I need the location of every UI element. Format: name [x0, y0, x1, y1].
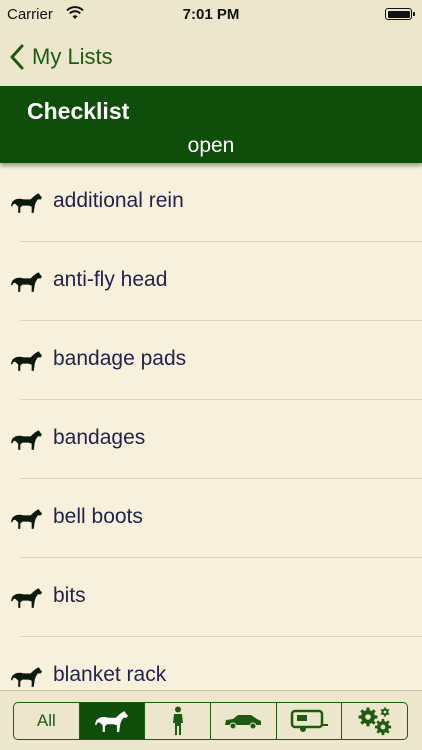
- rider-icon: [170, 706, 186, 736]
- horse-icon: [11, 585, 43, 610]
- list-item[interactable]: bits: [0, 558, 422, 637]
- horse-icon: [11, 427, 43, 452]
- list-item[interactable]: bandage pads: [0, 321, 422, 400]
- car-icon: [223, 712, 263, 730]
- trailer-icon: [289, 709, 329, 733]
- checklist-status: open: [187, 134, 235, 157]
- list-item-label: bandage pads: [53, 347, 187, 370]
- list-item[interactable]: additional rein: [0, 163, 422, 242]
- clock: 7:01 PM: [182, 6, 240, 23]
- list-item[interactable]: bell boots: [0, 479, 422, 558]
- horse-icon: [11, 348, 43, 373]
- category-segmented-control: All: [13, 702, 408, 740]
- battery-icon: [385, 8, 415, 20]
- navigation-bar: My Lists: [0, 30, 422, 86]
- back-button[interactable]: My Lists: [10, 40, 113, 74]
- checklist-header: Checklist open: [0, 86, 422, 163]
- tab-horse[interactable]: [79, 703, 146, 739]
- gears-icon: [356, 705, 394, 737]
- list-item-label: anti-fly head: [53, 268, 168, 291]
- list-item-label: bandages: [53, 426, 146, 449]
- horse-icon: [11, 269, 43, 294]
- tab-car[interactable]: [211, 703, 277, 739]
- horse-icon: [11, 190, 43, 215]
- horse-icon: [11, 664, 43, 689]
- tab-rider[interactable]: [145, 703, 212, 739]
- checklist-items[interactable]: additional rein anti-fly head bandage pads…: [0, 163, 422, 690]
- tab-gears[interactable]: [342, 703, 407, 739]
- tab-all-label: All: [36, 711, 56, 730]
- list-item-label: bell boots: [53, 505, 143, 528]
- tab-all[interactable]: All: [14, 703, 80, 739]
- list-item[interactable]: bandages: [0, 400, 422, 479]
- tab-trailer[interactable]: [277, 703, 343, 739]
- page-title: Checklist: [27, 98, 130, 124]
- list-item-label: blanket rack: [53, 663, 167, 686]
- list-item[interactable]: anti-fly head: [0, 242, 422, 321]
- chevron-left-icon: [10, 44, 24, 70]
- list-item[interactable]: blanket rack: [0, 637, 422, 690]
- list-item-label: bits: [53, 584, 86, 607]
- category-tab-bar: All: [0, 690, 422, 750]
- list-item-label: additional rein: [53, 189, 184, 212]
- status-bar: Carrier 7:01 PM: [0, 0, 422, 30]
- horse-icon: [95, 708, 129, 734]
- horse-icon: [11, 506, 43, 531]
- back-button-label: My Lists: [32, 44, 113, 69]
